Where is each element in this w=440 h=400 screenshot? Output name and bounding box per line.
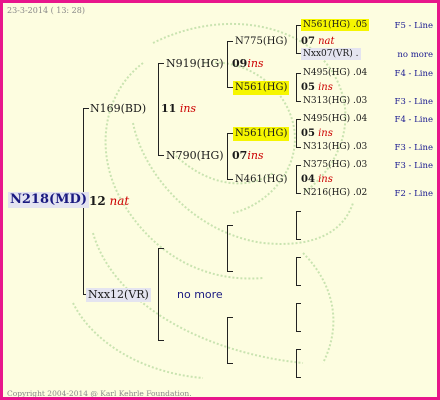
line-label-2: no more [397,50,433,60]
granddam-2-number: 07 [232,149,248,162]
gen3-mating-3: 05 ins [301,127,333,141]
dam-number: 11 [161,102,177,115]
root-mating: 12 nat [89,194,129,208]
gen3-mating-4: 04 ins [301,173,333,187]
dam-queen[interactable]: N169(BD) [88,102,148,116]
granddam-1-flag: ins [247,57,264,70]
root-number: 12 [89,194,106,208]
connector-gen4-5 [296,211,297,239]
connector-gen2a [158,63,159,155]
connector-gen4-4 [296,165,297,193]
line-label-1: F5 - Line [394,21,433,31]
gen3-flag-1: nat [318,36,335,47]
granddam-2-mating: 07ins [232,149,264,163]
connector-tick [296,257,301,258]
gen3-queen-1[interactable]: N775(HG) [233,35,289,49]
date-stamp: 23-3-2014 ( 13: 28) [7,6,85,15]
line-label-5: F4 - Line [394,115,433,125]
gen4-queen-7[interactable]: N375(HG) .03 [301,159,369,171]
connector-gen4-1 [296,25,297,53]
gen4-queen-6[interactable]: N313(HG) .03 [301,141,369,153]
connector-gen2b [158,248,159,340]
copyright: Copyright 2004-2014 @ Karl Kehrle Founda… [7,389,192,398]
connector-gen4-3 [296,119,297,147]
gen3-number-4: 04 [301,174,315,185]
root-flag: nat [109,194,130,208]
gen3-queen-3[interactable]: N561(HG) [233,127,290,141]
gen4-queen-1[interactable]: N561(HG) .05 [301,19,370,31]
line-label-3: F4 - Line [394,69,433,79]
dam-flag: ins [179,102,197,115]
connector-gen3c-bottom [227,271,233,272]
gen4-queen-5[interactable]: N495(HG) .04 [301,113,369,125]
gen3-queen-2[interactable]: N561(HG) [233,81,290,95]
granddam-1-number: 09 [232,57,248,70]
connector-gen3c [227,225,228,271]
connector-tick [296,211,301,212]
connector-gen4-6 [296,257,297,285]
connector-gen4-7 [296,303,297,331]
connector-gen3d-top [227,317,233,318]
pedigree-page: 23-3-2014 ( 13: 28) N218(MD) 12 nat N169… [0,0,440,400]
connector-gen2b-bottom [158,340,164,341]
connector-tick [296,377,301,378]
sire-queen[interactable]: Nxx12(VR) [86,288,151,302]
connector-gen3d-bottom [227,363,233,364]
root-queen[interactable]: N218(MD) [8,192,89,208]
connector-tick [296,239,301,240]
gen4-queen-4[interactable]: N313(HG) .03 [301,95,369,107]
connector-gen3a [227,41,228,87]
connector-gen3d [227,317,228,363]
gen4-queen-2[interactable]: Nxx07(VR) . [301,48,361,60]
gen3-mating-1: 07 nat [301,35,335,49]
granddam-2-flag: ins [247,149,264,162]
gen3-number-3: 05 [301,128,315,139]
connector-gen2b-top [158,248,164,249]
connector-tick [296,285,301,286]
gen3-queen-4[interactable]: N461(HG) [233,173,289,187]
line-label-6: F3 - Line [394,143,433,153]
connector-gen3b [227,133,228,179]
granddam-1-mating: 09ins [232,57,264,71]
gen3-number-1: 07 [301,36,315,47]
connector-gen3c-top [227,225,233,226]
gen3-flag-3: ins [318,128,333,139]
gen3-mating-2: 05 ins [301,81,333,95]
gen3-flag-4: ins [318,174,333,185]
line-label-8: F2 - Line [394,189,433,199]
line-label-7: F3 - Line [394,161,433,171]
connector-tick [296,349,301,350]
gen3-number-2: 05 [301,82,315,93]
connector-gen4-2 [296,73,297,101]
connector-tick [296,303,301,304]
connector-tick [296,331,301,332]
granddam-1[interactable]: N919(HG) [164,57,226,71]
gen4-queen-8[interactable]: N216(HG) .02 [301,187,369,199]
line-label-4: F3 - Line [394,97,433,107]
gen4-queen-3[interactable]: N495(HG) .04 [301,67,369,79]
gen3-flag-2: ins [318,82,333,93]
granddam-2[interactable]: N790(HG) [164,149,226,163]
connector-gen4-8 [296,349,297,377]
dam-mating: 11 ins [161,102,196,116]
sire-no-more: no more [177,288,223,301]
